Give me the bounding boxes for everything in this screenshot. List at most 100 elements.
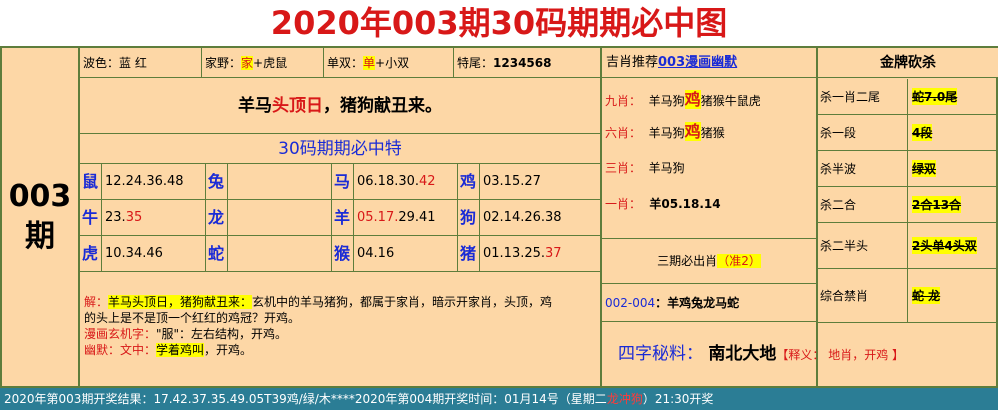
kill-value: 2合13合 — [912, 196, 962, 213]
zodiac-numbers: 23.35 — [102, 200, 206, 235]
zodiac-row: 虎 10.34.46 蛇 猴 04.16 猪 01.13.25.37 — [80, 236, 600, 272]
zodiac-animal: 猪 — [458, 236, 480, 271]
secret-label: 四字秘料： — [618, 344, 703, 364]
zodiac-numbers: 06.18.30.42 — [354, 164, 458, 199]
zodiac-numbers: 04.16 — [354, 236, 458, 271]
oddeven-label: 单双： — [327, 56, 364, 70]
recommend-header: 吉肖推荐003漫画幽默 — [602, 48, 816, 78]
range-value: ：羊鸡兔龙马蛇 — [655, 296, 740, 310]
color-label: 波色： — [83, 56, 120, 70]
range-row: 002-004：羊鸡兔龙马蛇 — [602, 284, 816, 322]
zodiac-animal: 狗 — [458, 200, 480, 235]
kill-row: 杀一段 4段 — [818, 115, 998, 151]
kill-row: 杀半波 绿双 — [818, 151, 998, 187]
footer-next: 2020年第004期开奖时间：01月14号（星期二 — [354, 392, 607, 406]
zodiac-animal: 牛 — [80, 200, 102, 235]
zodiac-animal: 鼠 — [80, 164, 102, 199]
domestic-rest: +虎鼠 — [253, 56, 288, 70]
zodiac-animal: 马 — [332, 164, 354, 199]
kill-label: 杀半波 — [818, 151, 908, 186]
kill-row: 杀一肖二尾 蛇7.0尾 — [818, 79, 998, 115]
color-value: 蓝 红 — [119, 56, 147, 70]
issue-column: 003 期 — [2, 48, 80, 386]
zodiac-numbers — [228, 200, 332, 235]
kill-panel: 金牌砍杀 杀一肖二尾 蛇7.0尾 杀一段 4段 杀半波 绿双 杀二合 2合13合 杀二半… — [818, 48, 998, 386]
right-panel: 吉肖推荐003漫画幽默 九肖： 羊马狗鸡猪猴牛鼠虎 六肖： 羊马狗鸡猪猴 三肖：… — [602, 48, 998, 386]
kill-label: 杀一段 — [818, 115, 908, 150]
zodiac-animal: 虎 — [80, 236, 102, 271]
three-issue-note: （准2） — [717, 254, 761, 268]
kill-header: 金牌砍杀 — [818, 48, 998, 78]
explanation-text: 的头上是不是顶一个红红的鸡冠？开鸡。 — [84, 311, 301, 325]
comic-hint-label: 漫画玄机字： — [84, 327, 157, 341]
zodiac-numbers: 02.14.26.38 — [483, 210, 562, 225]
tail-cell: 特尾：1234568 — [454, 48, 600, 78]
kill-row: 杀二半头 2头单4头双 — [818, 223, 998, 269]
explanation-text: 玄机中的羊马猪狗，都属于家肖，暗示开家肖，头顶，鸡 — [252, 295, 553, 309]
tip-row: 一肖： 羊05.18.14 — [605, 197, 721, 211]
comic-hint-text: "服"：左右结构，开鸡。 — [156, 327, 288, 341]
zodiac-numbers: 01.13.25.37 — [483, 246, 562, 261]
explanation-highlight: 羊马头顶日，猪狗献丑来： — [108, 295, 253, 309]
zodiac-animal: 羊 — [332, 200, 354, 235]
domestic-cell: 家野：家+虎鼠 — [202, 48, 324, 78]
kill-row: 杀二合 2合13合 — [818, 187, 998, 223]
zodiac-animal: 兔 — [206, 164, 228, 199]
three-issue-label: 三期必出肖 — [657, 254, 718, 268]
kill-label: 杀二半头 — [818, 223, 908, 268]
kill-value: 绿双 — [912, 160, 937, 177]
issue-number: 003 — [8, 179, 72, 214]
recommend-label: 吉肖推荐 — [606, 55, 659, 70]
page-title: 2020年003期30码期期必中图 — [270, 4, 728, 42]
poem-pre: 羊马 — [238, 96, 272, 116]
footer-bar: 2020年第003期开奖结果：17.42.37.35.49.05T39鸡/绿/木… — [0, 388, 998, 410]
color-cell: 波色：蓝 红 — [80, 48, 202, 78]
kill-label: 综合禁肖 — [818, 269, 908, 322]
explanation-label: 解： — [84, 295, 109, 309]
zodiac-animal: 猴 — [332, 236, 354, 271]
zodiac-numbers: 10.34.46 — [102, 236, 206, 271]
domestic-highlight: 家 — [241, 56, 254, 70]
poem-post: ，猪狗献丑来。 — [323, 96, 442, 116]
issue-unit: 期 — [25, 219, 55, 254]
explanation: 解：羊马头顶日，猪狗献丑来：玄机中的羊马猪狗，都属于家肖，暗示开家肖，头顶，鸡 … — [80, 272, 600, 386]
zodiac-row: 牛 23.35 龙 羊 05.17.29.41 狗 02.14.26.38 — [80, 200, 600, 236]
info-row: 波色：蓝 红 家野：家+虎鼠 单双：单+小双 特尾：1234568 — [80, 48, 600, 78]
kill-value: 4段 — [912, 124, 933, 141]
zodiac-numbers: 03.15.27 — [483, 174, 541, 189]
subtitle-row: 30码期期必中特 — [80, 134, 600, 164]
oddeven-cell: 单双：单+小双 — [324, 48, 454, 78]
tail-value: 1234568 — [493, 56, 552, 70]
kill-value: 2头单4头双 — [912, 237, 977, 254]
kill-row: 综合禁肖蛇 龙 — [818, 269, 998, 323]
zodiac-numbers — [228, 236, 332, 271]
oddeven-rest: +小双 — [375, 56, 410, 70]
domestic-label: 家野： — [205, 56, 242, 70]
three-issue-row: 三期必出肖（准2） — [602, 238, 816, 284]
tail-label: 特尾： — [457, 56, 494, 70]
humor-text: ，开鸡。 — [204, 343, 253, 357]
tips-panel: 吉肖推荐003漫画幽默 九肖： 羊马狗鸡猪猴牛鼠虎 六肖： 羊马狗鸡猪猴 三肖：… — [602, 48, 904, 386]
kill-value: 蛇7.0尾 — [912, 88, 958, 105]
humor-highlight: 学着鸡叫 — [156, 343, 205, 357]
humor-label: 幽默：文中： — [84, 343, 157, 357]
footer-next-end: ）21:30开奖 — [642, 392, 714, 406]
recommend-link[interactable]: 003漫画幽默 — [658, 55, 737, 70]
zodiac-numbers — [228, 164, 332, 199]
main-frame: 003 期 波色：蓝 红 家野：家+虎鼠 单双：单+小双 特尾：1234568 … — [0, 46, 998, 388]
middle-panel: 波色：蓝 红 家野：家+虎鼠 单双：单+小双 特尾：1234568 羊马头顶日，… — [80, 48, 602, 386]
poem-row: 羊马头顶日，猪狗献丑来。 — [80, 78, 600, 134]
range-label: 002-004 — [605, 296, 656, 310]
zodiac-numbers: 05.17.29.41 — [354, 200, 458, 235]
zodiac-animal: 龙 — [206, 200, 228, 235]
secret-words: 南北大地 — [708, 344, 777, 364]
footer-next-highlight: 龙冲狗 — [606, 392, 643, 406]
poem-highlight: 头顶日 — [272, 96, 323, 116]
zodiac-animal: 鸡 — [458, 164, 480, 199]
tip-row: 三肖： 羊马狗 — [605, 161, 685, 175]
zodiac-animal: 蛇 — [206, 236, 228, 271]
kill-label: 杀一肖二尾 — [818, 79, 908, 114]
oddeven-highlight: 单 — [363, 56, 376, 70]
zodiac-numbers: 12.24.36.48 — [102, 164, 206, 199]
tip-row: 九肖： 羊马狗鸡猪猴牛鼠虎 — [605, 90, 761, 109]
